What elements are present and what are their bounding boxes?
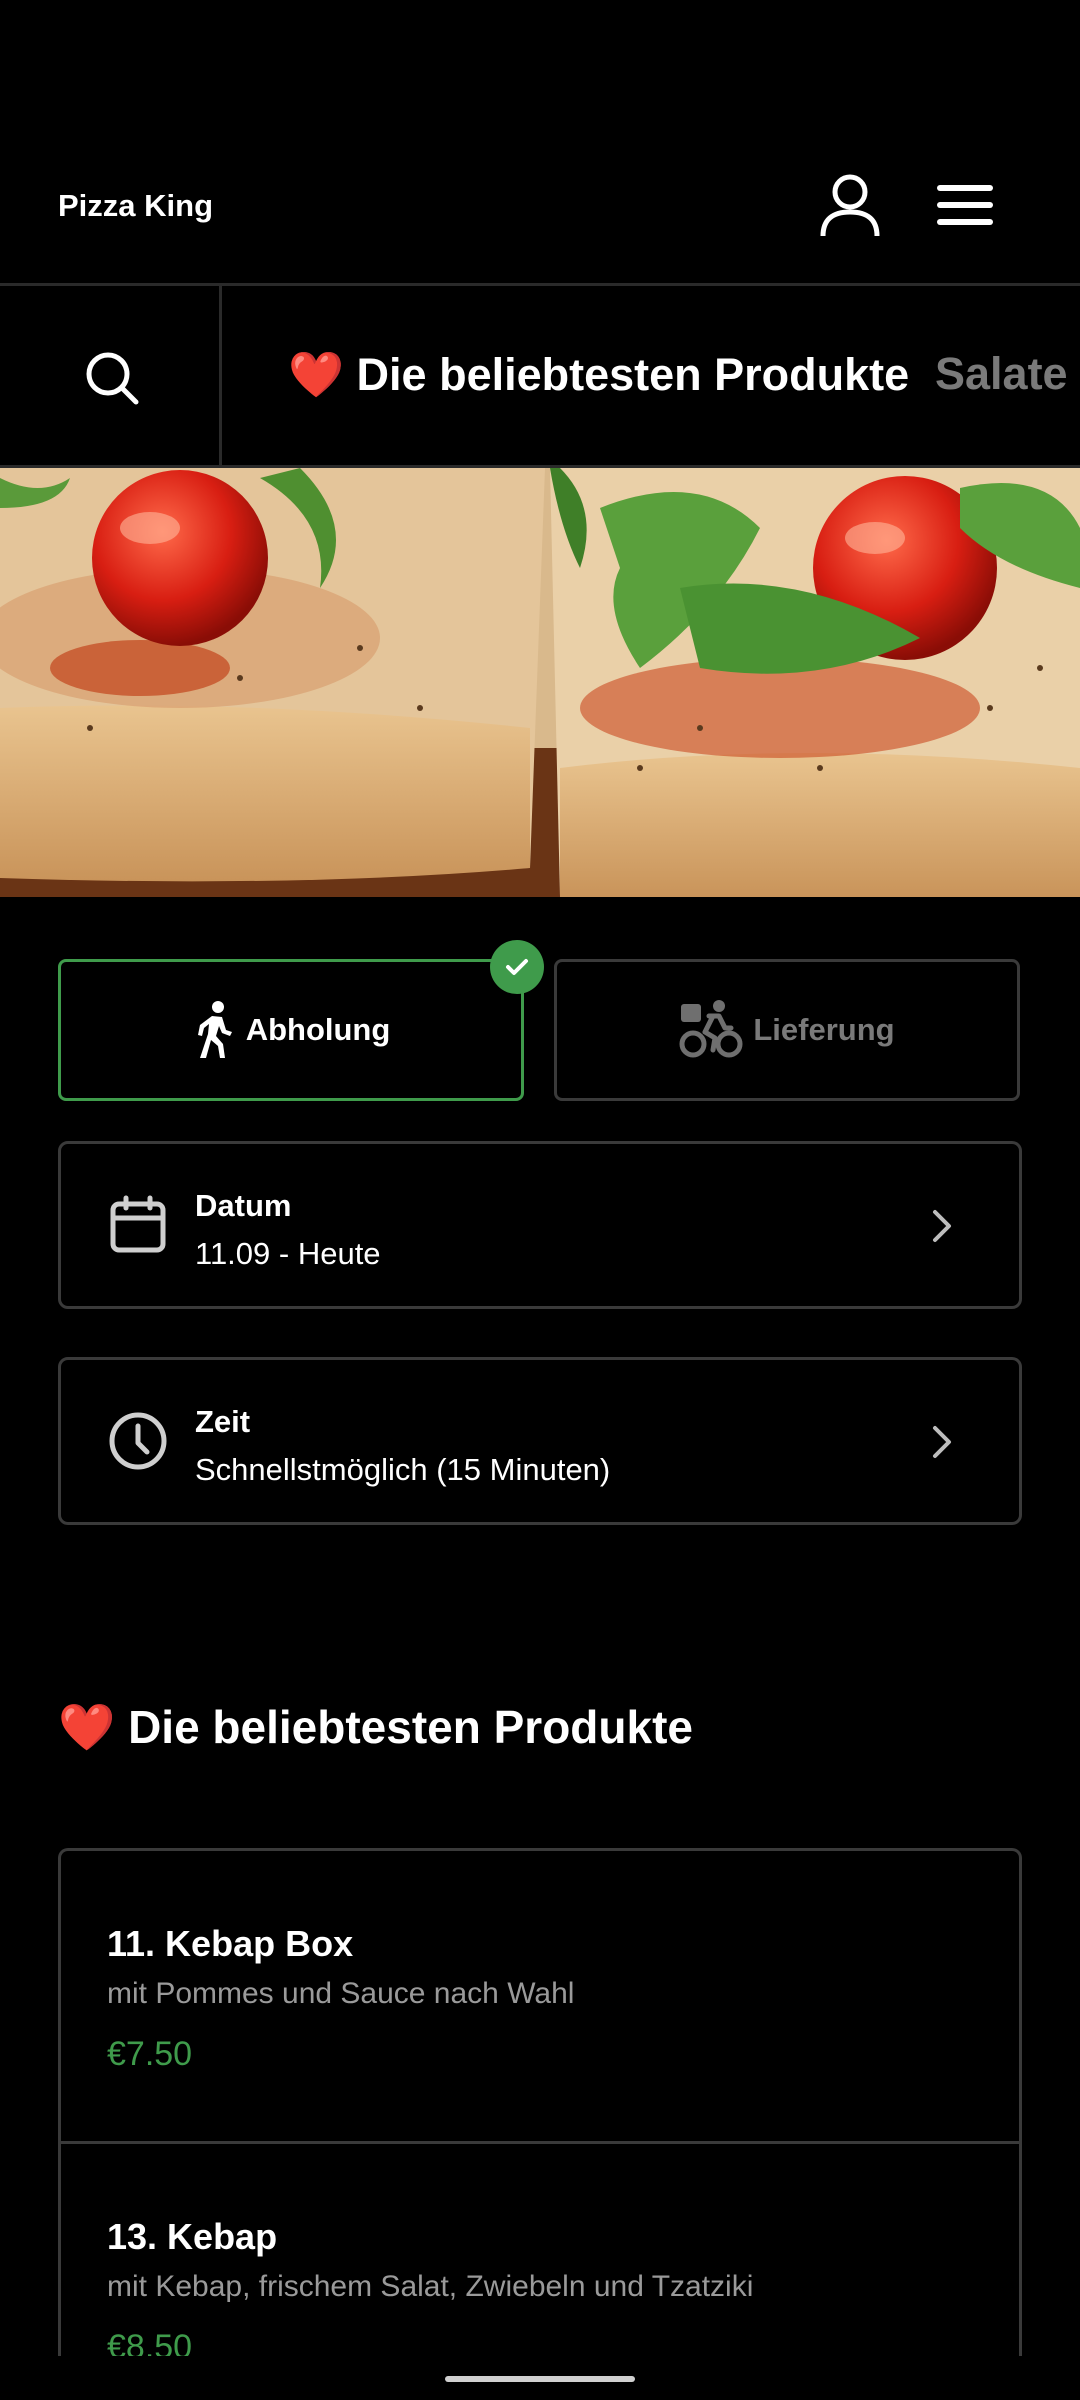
tab-label: Die beliebtesten Produkte <box>356 349 910 400</box>
heart-emoji: ❤️ <box>288 349 345 400</box>
search-button[interactable] <box>0 286 222 465</box>
hero-pizza-image <box>0 468 1080 897</box>
time-title: Zeit <box>195 1404 251 1439</box>
section-title: ❤️ Die beliebtesten Produkte <box>58 1700 693 1755</box>
section-title-text: Die beliebtesten Produkte <box>128 1701 693 1753</box>
time-selector[interactable]: Zeit Schnellstmöglich (15 Minuten) <box>58 1357 1022 1525</box>
product-name: 13. Kebap <box>107 2216 278 2257</box>
pickup-button[interactable]: Abholung <box>58 959 524 1101</box>
home-indicator[interactable] <box>445 2376 635 2382</box>
delivery-label: Lieferung <box>753 1012 895 1047</box>
product-price: €8.50 <box>107 2328 193 2356</box>
clock-icon <box>109 1412 167 1470</box>
date-selector[interactable]: Datum 11.09 - Heute <box>58 1141 1022 1309</box>
pickup-label: Abholung <box>245 1012 391 1047</box>
brand-name[interactable]: Pizza King <box>58 188 213 224</box>
heart-emoji: ❤️ <box>58 1701 116 1753</box>
product-price: €7.50 <box>107 2035 193 2073</box>
tab-most-popular[interactable]: ❤️ Die beliebtesten Produkte <box>288 348 909 401</box>
user-icon[interactable] <box>815 170 885 240</box>
time-value: Schnellstmöglich (15 Minuten) <box>195 1452 611 1487</box>
date-title: Datum <box>195 1188 292 1223</box>
product-list: 11. Kebap Box mit Pommes und Sauce nach … <box>58 1848 1022 2356</box>
delivery-button[interactable]: Lieferung <box>554 959 1020 1101</box>
tab-salads[interactable]: Salate <box>935 348 1068 400</box>
bicycle-courier-icon <box>679 1000 743 1058</box>
category-bar: ❤️ Die beliebtesten Produkte Salate <box>0 286 1080 468</box>
chevron-right-icon <box>933 1426 951 1458</box>
product-description: mit Pommes und Sauce nach Wahl <box>107 1977 575 2010</box>
product-name: 11. Kebap Box <box>107 1923 354 1964</box>
calendar-icon <box>110 1195 166 1253</box>
product-item[interactable]: 11. Kebap Box mit Pommes und Sauce nach … <box>61 1851 1019 2141</box>
product-description: mit Kebap, frischem Salat, Zwiebeln und … <box>107 2270 754 2303</box>
chevron-right-icon <box>933 1210 951 1242</box>
menu-icon[interactable] <box>930 170 1000 240</box>
product-item[interactable]: 13. Kebap mit Kebap, frischem Salat, Zwi… <box>61 2141 1019 2356</box>
app-header: Pizza King <box>0 0 1080 286</box>
date-value: 11.09 - Heute <box>195 1236 381 1271</box>
search-icon <box>86 352 139 405</box>
selected-check-icon <box>490 940 544 994</box>
walking-person-icon <box>197 1001 232 1058</box>
